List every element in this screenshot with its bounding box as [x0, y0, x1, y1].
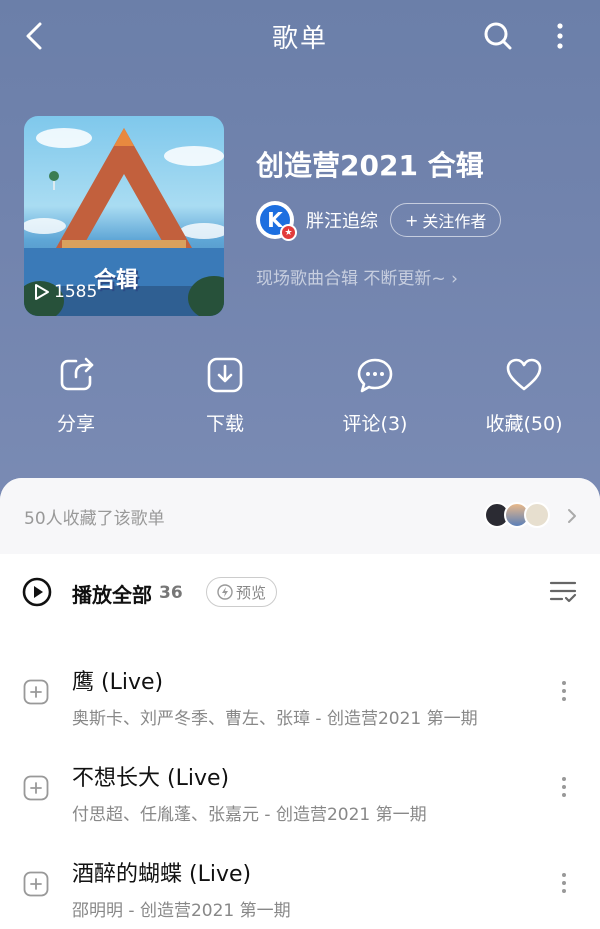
lightning-icon	[217, 584, 233, 600]
avatar	[524, 502, 550, 528]
preview-label: 预览	[236, 583, 267, 602]
share-icon	[60, 357, 94, 391]
author-avatar[interactable]: K ★	[256, 201, 297, 241]
play-all-row: 播放全部 36 预览	[0, 574, 600, 618]
play-all-icon[interactable]	[22, 577, 52, 607]
song-meta: 奥斯卡、刘严冬季、曹左、张璋 - 创造营2021 第一期	[72, 709, 478, 729]
play-all-button[interactable]: 播放全部	[72, 579, 152, 608]
add-to-list-icon[interactable]	[23, 775, 49, 801]
heart-icon	[506, 358, 542, 391]
download-label: 下载	[205, 413, 244, 435]
collector-avatars	[484, 502, 550, 530]
more-vertical-icon[interactable]	[545, 16, 575, 56]
plus-icon: +	[405, 210, 419, 230]
favorite-button[interactable]: 收藏(50)	[464, 355, 584, 436]
chevron-right-icon	[568, 509, 576, 523]
author-name[interactable]: 胖汪追综	[306, 207, 378, 233]
description-text: 现场歌曲合辑 不断更新~	[256, 269, 446, 289]
comment-icon	[357, 358, 393, 393]
song-count: 36	[159, 583, 183, 603]
share-button[interactable]: 分享	[16, 355, 136, 436]
author-row: K ★ 胖汪追综 + 关注作者	[256, 200, 502, 241]
cover-caption: 合辑	[94, 268, 139, 293]
more-vertical-icon[interactable]	[554, 676, 574, 706]
song-title: 不想长大 (Live)	[72, 766, 230, 791]
download-button[interactable]: 下载	[165, 355, 285, 436]
follow-author-button[interactable]: + 关注作者	[390, 203, 502, 237]
play-triangle-icon	[35, 284, 49, 300]
collectors-bar[interactable]: 50人收藏了该歌单	[0, 478, 600, 554]
search-icon[interactable]	[478, 16, 518, 56]
song-meta: 邵明明 - 创造营2021 第一期	[72, 901, 291, 921]
top-bar: 歌单	[0, 0, 600, 72]
favorite-label: 收藏(50)	[485, 413, 563, 435]
action-bar: 分享 下载 评论(3) 收藏(50)	[0, 355, 600, 445]
playlist-description[interactable]: 现场歌曲合辑 不断更新~ ›	[256, 264, 458, 289]
share-label: 分享	[56, 413, 95, 435]
collectors-text: 50人收藏了该歌单	[24, 509, 165, 529]
verified-badge-icon: ★	[280, 224, 297, 241]
playlist-title: 创造营2021 合辑	[256, 149, 484, 182]
more-vertical-icon[interactable]	[554, 868, 574, 898]
add-to-list-icon[interactable]	[23, 871, 49, 897]
song-title: 鹰 (Live)	[72, 670, 164, 695]
play-count: 1585	[34, 282, 97, 302]
download-icon	[207, 357, 243, 393]
follow-label: 关注作者	[422, 212, 487, 231]
comment-label: 评论(3)	[342, 413, 408, 435]
song-meta: 付思超、任胤蓬、张嘉元 - 创造营2021 第一期	[72, 805, 427, 825]
song-list-sheet: 50人收藏了该歌单 播放全部 36 预览 鹰 (Live) 奥斯卡、刘严冬季、曹…	[0, 478, 600, 929]
song-title: 酒醉的蝴蝶 (Live)	[72, 862, 252, 887]
song-row[interactable]: 酒醉的蝴蝶 (Live) 邵明明 - 创造营2021 第一期	[0, 834, 600, 929]
preview-button[interactable]: 预览	[206, 577, 278, 607]
comment-button[interactable]: 评论(3)	[315, 355, 435, 436]
add-to-list-icon[interactable]	[23, 679, 49, 705]
song-row[interactable]: 不想长大 (Live) 付思超、任胤蓬、张嘉元 - 创造营2021 第一期	[0, 738, 600, 834]
list-manage-icon[interactable]	[548, 578, 578, 606]
chevron-right-icon: ›	[451, 269, 458, 289]
play-count-value: 1585	[54, 282, 98, 302]
song-row[interactable]: 鹰 (Live) 奥斯卡、刘严冬季、曹左、张璋 - 创造营2021 第一期	[0, 642, 600, 738]
more-vertical-icon[interactable]	[554, 772, 574, 802]
